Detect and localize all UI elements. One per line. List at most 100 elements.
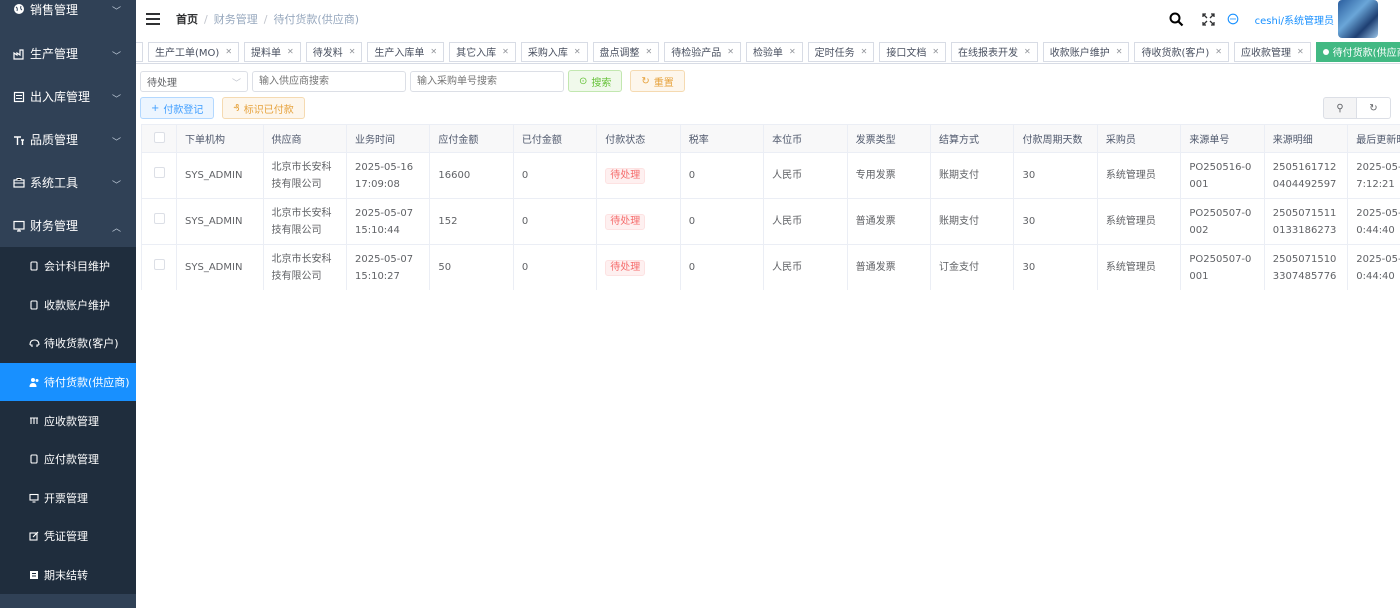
cell-amount-payable: 16600 (429, 152, 514, 199)
cell-supplier: 北京市长安科技有限公司 (263, 198, 347, 245)
close-icon[interactable]: ✕ (1215, 47, 1222, 56)
row-checkbox[interactable] (153, 259, 165, 270)
tag-item[interactable]: 在线报表开发 ✕ (951, 41, 1038, 62)
po-search-input[interactable] (410, 70, 564, 92)
sidebar-item-period-closing[interactable]: 期末结转 (0, 556, 136, 595)
sidebar-item-receipt-accounts[interactable]: 收款账户维护 (0, 286, 136, 325)
close-icon[interactable]: ✕ (574, 47, 581, 56)
status-badge: 待处理 (605, 214, 646, 230)
tag-item[interactable]: 定时任务 ✕ (807, 41, 875, 62)
close-icon[interactable]: ✕ (932, 47, 939, 56)
mark-paid-button[interactable]: ₰ 标识已付款 (222, 97, 305, 119)
hamburger-icon[interactable] (146, 13, 160, 25)
avatar[interactable] (1338, 0, 1378, 38)
tag-item[interactable]: 收款账户维护 ✕ (1042, 41, 1130, 62)
close-icon[interactable]: ✕ (727, 47, 734, 56)
tag-item[interactable]: 提料单 ✕ (244, 41, 301, 62)
close-icon[interactable]: ✕ (225, 47, 232, 56)
sidebar-item-account-subjects[interactable]: 会计科目维护 (0, 247, 136, 286)
close-icon[interactable]: ✕ (287, 47, 294, 56)
table-row[interactable]: SYS_ADMIN 北京市长安科技有限公司 2025-05-07 15:10:2… (141, 244, 1400, 290)
row-select-cell[interactable] (141, 152, 178, 199)
sidebar-item-payable-supplier[interactable]: 待付货款(供应商) (0, 362, 136, 402)
tag-item[interactable]: 应收款管理 ✕ (1233, 41, 1311, 62)
select-all-checkbox[interactable] (153, 131, 165, 143)
close-icon[interactable]: ✕ (789, 47, 796, 56)
row-select-cell[interactable] (141, 198, 178, 245)
tag-item[interactable]: 盘点调整 ✕ (592, 41, 660, 62)
cell-source-detail: 25051617120404492597 (1264, 152, 1349, 199)
sidebar-item-receivable-customer[interactable]: 待收货款(客户) (0, 324, 136, 363)
tag-label: 生产工单(MO) (155, 48, 220, 59)
tag-item[interactable]: 生产工单(MO) ✕ (148, 41, 240, 62)
tag-item-active[interactable]: 待付货款(供应商)✕ (1315, 41, 1400, 62)
tag-label: 生产入库单 (374, 48, 425, 59)
close-icon[interactable]: ✕ (646, 47, 653, 56)
table-row[interactable]: SYS_ADMIN 北京市长安科技有限公司 2025-05-07 15:10:4… (141, 198, 1400, 245)
payment-register-button[interactable]: + 付款登记 (140, 97, 215, 119)
cell-payment-days: 30 (1013, 198, 1098, 245)
sidebar-item-receivables[interactable]: 应收款管理 (0, 401, 136, 440)
fullscreen-icon[interactable] (1201, 11, 1217, 27)
search-icon[interactable] (1169, 11, 1185, 27)
table-row[interactable]: SYS_ADMIN 北京市长安科技有限公司 2025-05-16 17:09:0… (141, 152, 1400, 199)
column-header: 已付金额 (513, 124, 598, 153)
tag-item[interactable]: 待检验产品 ✕ (664, 41, 741, 62)
tags-view: 生产工单(MO) ✕ 提料单 ✕ 待发料 ✕ 生产入库单 ✕ 其它入库 ✕ 采购入库 ✕ 盘… (136, 40, 1400, 64)
row-checkbox[interactable] (153, 213, 165, 224)
chevron-up-icon: ︿ (112, 223, 122, 234)
toggle-search-button[interactable]: ⚲ (1323, 97, 1357, 119)
invoice-icon (28, 492, 40, 504)
column-header: 结算方式 (930, 124, 1015, 153)
receivable-icon (28, 415, 40, 427)
refresh-button[interactable]: ↻ (1357, 97, 1391, 119)
reset-button[interactable]: ↻ 重置 (630, 70, 685, 92)
breadcrumb-home[interactable]: 首页 (176, 11, 198, 27)
message-icon[interactable] (1225, 11, 1241, 27)
supplier-search-input[interactable] (252, 70, 406, 92)
search-icon: ⚲ (1336, 102, 1344, 114)
cell-buyer: 系统管理员 (1097, 152, 1182, 199)
tag-item[interactable]: 接口文档 ✕ (879, 41, 947, 62)
close-icon[interactable]: ✕ (861, 47, 868, 56)
cell-business-time: 2025-05-16 17:09:08 (346, 152, 431, 199)
tag-item[interactable]: 采购入库 ✕ (520, 41, 588, 62)
sidebar-item-finance[interactable]: 财务管理 ︿ (0, 204, 136, 247)
sidebar-item-invoicing[interactable]: 开票管理 (0, 479, 136, 518)
sidebar-item-inventory[interactable]: 出入库管理 ﹀ (0, 75, 136, 118)
row-select-cell[interactable] (141, 244, 178, 290)
close-icon[interactable]: ✕ (430, 47, 437, 56)
tag-item[interactable]: 生产入库单 ✕ (367, 41, 445, 62)
user-name[interactable]: ceshi/系统管理员 (1255, 12, 1334, 27)
close-icon[interactable]: ✕ (1024, 47, 1031, 56)
customer-icon (28, 337, 40, 349)
sidebar-item-vouchers[interactable]: 凭证管理 (0, 517, 136, 556)
status-select[interactable]: 待处理 ﹀ (140, 70, 248, 92)
sidebar-item-production[interactable]: 生产管理 ﹀ (0, 32, 136, 75)
select-all-cell[interactable] (141, 124, 178, 153)
cell-buyer: 系统管理员 (1097, 244, 1182, 290)
sidebar-item-tools[interactable]: 系统工具 ﹀ (0, 161, 136, 204)
table-header-row: 下单机构 供应商 业务时间 应付金额 已付金额 付款状态 税率 本位币 发票类型… (141, 124, 1400, 153)
close-icon[interactable]: ✕ (1297, 47, 1304, 56)
tag-item[interactable]: 待发料 ✕ (305, 41, 363, 62)
tag-item[interactable]: 检验单 ✕ (745, 41, 803, 62)
close-icon[interactable]: ✕ (1116, 47, 1123, 56)
tag-label: 在线报表开发 (958, 48, 1019, 59)
status-badge: 待处理 (605, 260, 646, 276)
closing-icon (28, 569, 40, 581)
ledger-icon (28, 260, 40, 272)
cell-settlement: 账期支付 (930, 152, 1015, 199)
table-toolbar: ⚲ ↻ (1323, 97, 1391, 119)
sidebar-item-payables[interactable]: 应付款管理 (0, 440, 136, 479)
sidebar-item-sales[interactable]: 销售管理 ﹀ (0, 0, 136, 19)
search-button[interactable]: ⊙ 搜索 (568, 70, 623, 92)
cell-status: 待处理 (596, 152, 681, 199)
tag-item[interactable]: 待收货款(客户) ✕ (1134, 41, 1229, 62)
sidebar-item-quality[interactable]: 品质管理 ﹀ (0, 118, 136, 161)
row-checkbox[interactable] (153, 167, 165, 178)
close-icon[interactable]: ✕ (502, 47, 509, 56)
tag-item[interactable]: 其它入库 ✕ (449, 41, 516, 62)
close-icon[interactable]: ✕ (349, 47, 356, 56)
top-navbar: 首页 / 财务管理 / 待付货款(供应商) ceshi/系统管理员 (136, 0, 1400, 38)
